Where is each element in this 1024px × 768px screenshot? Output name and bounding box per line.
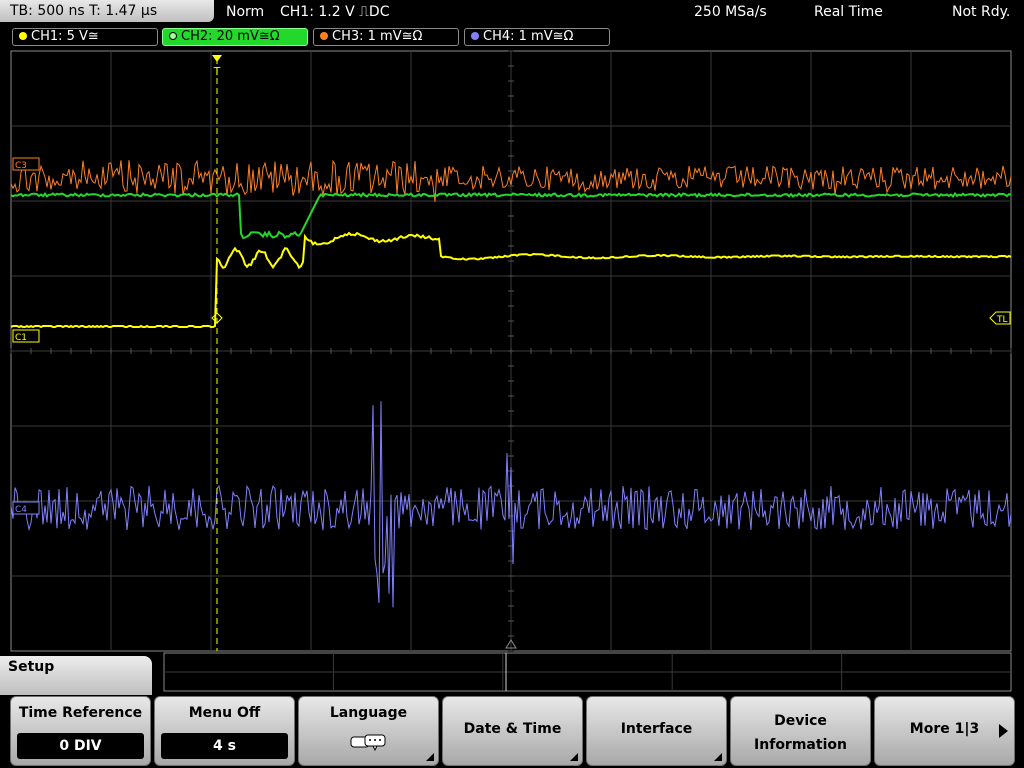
menu-title: Setup — [8, 659, 55, 675]
channel-tab-ch4[interactable]: CH4: 1 mV≅Ω — [464, 28, 610, 46]
menu-off-label: Menu Off — [188, 705, 261, 721]
submenu-indicator-icon — [570, 753, 578, 761]
channel-label: CH3: 1 mV≅Ω — [332, 29, 423, 44]
ch3-dot-icon — [320, 32, 328, 40]
device-information-button[interactable]: Device Information — [730, 696, 871, 766]
device-info-label-1: Device — [774, 713, 827, 729]
channel-label: CH2: 20 mV≅Ω — [181, 29, 280, 44]
ch1-offset-label: C1 — [15, 333, 27, 343]
channel-tab-ch2[interactable]: CH2: 20 mV≅Ω — [162, 28, 308, 46]
timebase-readout[interactable]: TB: 500 ns T: 1.47 µs — [0, 0, 214, 22]
acquisition-mode: Real Time — [814, 4, 883, 20]
more-button[interactable]: More 1|3 — [874, 696, 1015, 766]
waveform-display[interactable]: T TL C1 C3 C4 — [0, 48, 1024, 696]
interface-button[interactable]: Interface — [586, 696, 727, 766]
speech-bubbles-icon — [349, 733, 389, 755]
channel-label: CH4: 1 mV≅Ω — [483, 29, 574, 44]
date-time-label: Date & Time — [463, 721, 562, 737]
ch1-dot-icon — [19, 32, 27, 40]
trigger-readout[interactable]: CH1: 1.2 V ⎍DC — [280, 0, 389, 24]
channel-tab-ch1[interactable]: CH1: 5 V≅ — [12, 28, 158, 46]
trigger-level-label: TL — [996, 315, 1008, 325]
interface-label: Interface — [620, 721, 693, 737]
time-reference-value: 0 DIV — [17, 733, 144, 759]
trigger-marker: T — [213, 65, 221, 78]
channel-tab-ch3[interactable]: CH3: 1 mV≅Ω — [313, 28, 459, 46]
submenu-indicator-icon — [426, 753, 434, 761]
ch4-dot-icon — [471, 32, 479, 40]
chevron-right-icon — [999, 724, 1008, 738]
menu-off-value: 4 s — [161, 733, 288, 759]
sample-rate: 250 MSa/s — [694, 4, 767, 20]
language-label: Language — [329, 705, 408, 721]
channel-bar: CH1: 5 V≅ CH2: 20 mV≅Ω CH3: 1 mV≅Ω CH4: … — [0, 26, 1024, 48]
date-time-button[interactable]: Date & Time — [442, 696, 583, 766]
ch3-offset-label: C3 — [15, 161, 27, 171]
time-reference-button[interactable]: Time Reference 0 DIV — [10, 696, 151, 766]
trigger-mode[interactable]: Norm — [226, 0, 264, 24]
menu-title-tab[interactable]: Setup — [0, 656, 152, 696]
softkey-bar: Time Reference 0 DIV Menu Off 4 s Langua… — [0, 695, 1024, 768]
time-reference-label: Time Reference — [18, 705, 143, 721]
ch2-dot-icon — [169, 32, 177, 40]
menu-off-button[interactable]: Menu Off 4 s — [154, 696, 295, 766]
submenu-indicator-icon — [714, 753, 722, 761]
trigger-status: Not Rdy. — [952, 4, 1011, 20]
ch4-offset-label: C4 — [15, 505, 27, 515]
more-label: More 1|3 — [909, 721, 980, 737]
status-bar: TB: 500 ns T: 1.47 µs Norm CH1: 1.2 V ⎍D… — [0, 0, 1024, 24]
device-info-label-2: Information — [754, 737, 847, 753]
language-button[interactable]: Language — [298, 696, 439, 766]
channel-label: CH1: 5 V≅ — [31, 29, 99, 44]
